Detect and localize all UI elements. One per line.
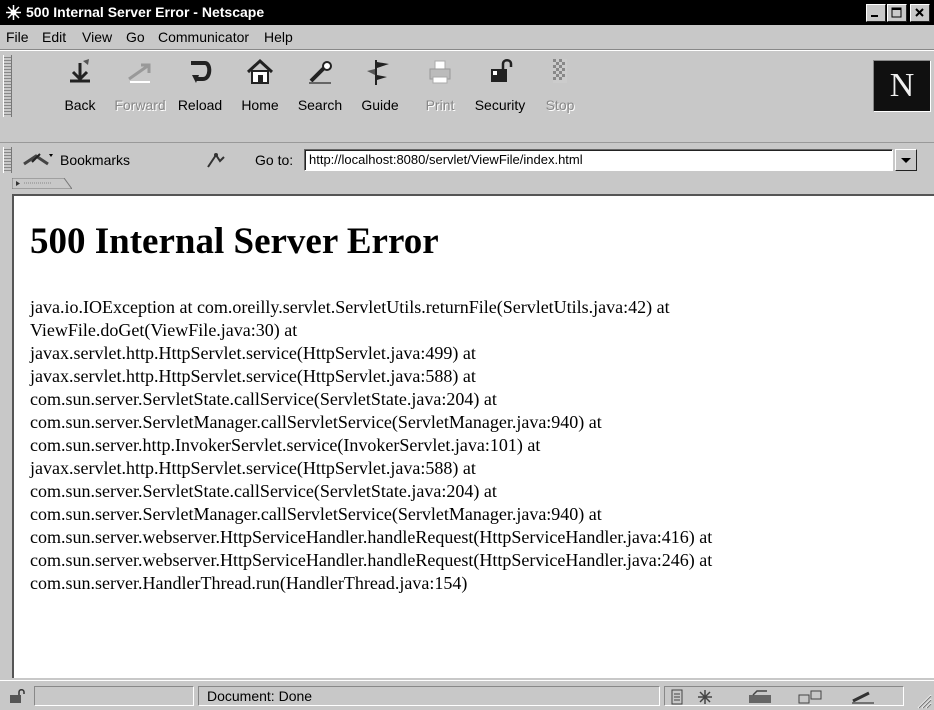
netscape-logo[interactable]: N bbox=[873, 60, 931, 112]
resize-grip-icon[interactable] bbox=[916, 693, 932, 709]
forward-arrow-icon bbox=[128, 63, 151, 83]
security-button[interactable]: Security bbox=[472, 55, 528, 115]
security-label: Security bbox=[474, 97, 526, 113]
page-content[interactable]: 500 Internal Server Error java.io.IOExce… bbox=[12, 194, 934, 678]
collapsed-toolbar-tab[interactable] bbox=[12, 178, 72, 189]
print-icon bbox=[429, 60, 451, 84]
home-icon bbox=[246, 58, 274, 84]
trace-line: com.sun.server.webserver.HttpServiceHand… bbox=[30, 527, 713, 547]
back-label: Back bbox=[64, 97, 96, 113]
trace-line: javax.servlet.http.HttpServlet.service(H… bbox=[30, 343, 476, 363]
security-lock-icon[interactable] bbox=[8, 688, 26, 704]
location-toolbar: Bookmarks Go to: http://localhost:8080/s… bbox=[0, 142, 934, 177]
trace-line: com.sun.server.ServletManager.callServle… bbox=[30, 412, 602, 432]
maximize-icon bbox=[891, 7, 902, 18]
stop-icon bbox=[553, 59, 567, 83]
bookmarks-icon[interactable] bbox=[22, 150, 54, 170]
location-toolbar-grip[interactable] bbox=[3, 147, 12, 173]
guide-button[interactable]: Guide bbox=[352, 55, 408, 115]
minimize-button[interactable] bbox=[866, 4, 886, 22]
menu-view[interactable]: View bbox=[82, 29, 112, 45]
composer-icon[interactable] bbox=[849, 689, 877, 705]
page-proxy-icon[interactable] bbox=[204, 149, 226, 171]
trace-line: com.sun.server.webserver.HttpServiceHand… bbox=[30, 550, 713, 570]
menu-bar: File Edit View Go Communicator Help bbox=[0, 25, 934, 50]
status-bar: Document: Done bbox=[0, 680, 934, 710]
reload-icon bbox=[191, 61, 212, 83]
stop-button[interactable]: Stop bbox=[532, 55, 588, 115]
menu-edit[interactable]: Edit bbox=[42, 29, 66, 45]
close-button[interactable] bbox=[910, 4, 930, 22]
back-arrow-icon bbox=[70, 59, 90, 83]
stack-trace: java.io.IOException at com.oreilly.servl… bbox=[30, 296, 930, 595]
toolbar-grip[interactable] bbox=[3, 55, 12, 117]
forward-label: Forward bbox=[114, 97, 166, 113]
reload-button[interactable]: Reload bbox=[172, 55, 228, 115]
component-bar bbox=[664, 686, 904, 706]
trace-line: com.sun.server.ServletState.callService(… bbox=[30, 481, 497, 501]
trace-line: javax.servlet.http.HttpServlet.service(H… bbox=[30, 366, 476, 386]
trace-line: com.sun.server.ServletState.callService(… bbox=[30, 389, 497, 409]
home-button[interactable]: Home bbox=[232, 55, 288, 115]
search-label: Search bbox=[297, 97, 343, 113]
error-heading: 500 Internal Server Error bbox=[30, 221, 439, 262]
chevron-down-icon bbox=[901, 158, 911, 163]
reload-label: Reload bbox=[177, 97, 223, 113]
navigation-toolbar: Back Forward Reload Home Search Guide Pr… bbox=[0, 50, 934, 143]
guide-icon bbox=[367, 60, 389, 85]
netscape-app-icon[interactable] bbox=[5, 4, 22, 21]
netscape-logo-letter: N bbox=[889, 67, 915, 104]
print-button[interactable]: Print bbox=[412, 55, 468, 115]
trace-line: java.io.IOException at com.oreilly.servl… bbox=[30, 297, 670, 317]
back-button[interactable]: Back bbox=[52, 55, 108, 115]
title-bar[interactable]: 500 Internal Server Error - Netscape bbox=[0, 0, 934, 25]
search-button[interactable]: Search bbox=[292, 55, 348, 115]
location-url-field[interactable]: http://localhost:8080/servlet/ViewFile/i… bbox=[304, 149, 893, 171]
window-title: 500 Internal Server Error - Netscape bbox=[26, 4, 265, 20]
stop-label: Stop bbox=[545, 97, 575, 113]
trace-line: javax.servlet.http.HttpServlet.service(H… bbox=[30, 458, 476, 478]
minimize-icon bbox=[871, 15, 878, 17]
location-dropdown-button[interactable] bbox=[895, 149, 917, 171]
print-label: Print bbox=[425, 97, 455, 113]
guide-label: Guide bbox=[361, 97, 399, 113]
trace-line: com.sun.server.http.InvokerServlet.servi… bbox=[30, 435, 541, 455]
bookmarks-button[interactable]: Bookmarks bbox=[60, 152, 130, 168]
status-text: Document: Done bbox=[198, 686, 660, 706]
progress-bar bbox=[34, 686, 194, 706]
forward-button[interactable]: Forward bbox=[112, 55, 168, 115]
menu-communicator[interactable]: Communicator bbox=[158, 29, 249, 45]
search-icon bbox=[309, 61, 332, 84]
mail-icon[interactable] bbox=[747, 689, 775, 705]
home-label: Home bbox=[241, 97, 279, 113]
trace-line: ViewFile.doGet(ViewFile.java:30) at bbox=[30, 320, 298, 340]
menu-help[interactable]: Help bbox=[264, 29, 293, 45]
menu-go[interactable]: Go bbox=[126, 29, 145, 45]
trace-line: com.sun.server.HandlerThread.run(Handler… bbox=[30, 573, 468, 593]
trace-line: com.sun.server.ServletManager.callServle… bbox=[30, 504, 602, 524]
browser-window: 500 Internal Server Error - Netscape Fil… bbox=[0, 0, 934, 710]
maximize-button[interactable] bbox=[887, 4, 907, 22]
lock-icon bbox=[491, 59, 513, 82]
navigator-icon[interactable] bbox=[695, 689, 715, 705]
menu-file[interactable]: File bbox=[6, 29, 29, 45]
location-url-text: http://localhost:8080/servlet/ViewFile/i… bbox=[309, 152, 583, 167]
close-icon bbox=[915, 8, 924, 17]
window-controls bbox=[865, 4, 930, 22]
goto-label: Go to: bbox=[255, 152, 294, 168]
dock-icon[interactable] bbox=[671, 689, 683, 705]
newsgroups-icon[interactable] bbox=[797, 689, 825, 705]
